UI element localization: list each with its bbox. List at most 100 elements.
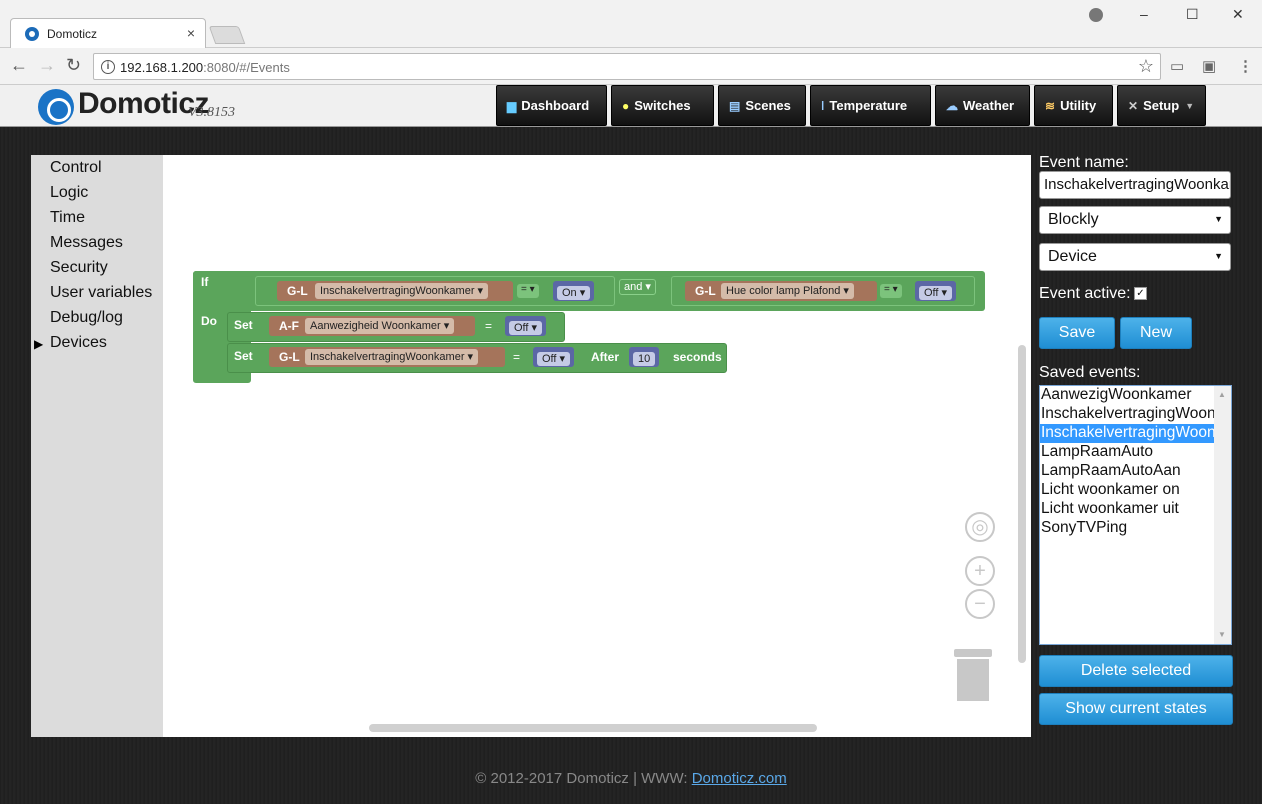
device-dropdown-3[interactable]: Aanwezigheid Woonkamer ▾ (305, 318, 455, 334)
event-kind-select[interactable]: Device ▼ (1039, 243, 1231, 271)
list-item[interactable]: Licht woonkamer on (1040, 481, 1214, 500)
forward-arrow-icon[interactable]: → (38, 55, 56, 76)
footer: © 2012-2017 Domoticz | WWW: Domoticz.com (0, 770, 1262, 787)
state-dropdown-3[interactable]: Off ▾ (509, 321, 543, 335)
list-item[interactable]: AanwezigWoonkamer (1040, 386, 1214, 405)
menu-dots-icon[interactable]: ⋮ (1238, 57, 1253, 75)
tab-close-icon[interactable]: × (187, 25, 195, 41)
state-dropdown-4[interactable]: Off ▾ (537, 352, 571, 366)
profile-icon[interactable] (1089, 8, 1103, 22)
event-name-input[interactable]: InschakelvertragingWoonkamer (1039, 171, 1231, 199)
minimize-button[interactable]: – (1140, 6, 1148, 22)
utility-icon: ≋ (1045, 98, 1056, 113)
saved-events-list[interactable]: AanwezigWoonkamer InschakelvertragingWoo… (1039, 385, 1232, 645)
browser-tabbar: Domoticz × – ☐ ✕ (0, 0, 1262, 48)
nav-utility[interactable]: ≋ Utility (1034, 85, 1113, 126)
state-block-3[interactable]: Off ▾ (505, 316, 547, 336)
list-item[interactable]: LampRaamAutoAan (1040, 462, 1214, 481)
state-block-1[interactable]: On ▾ (553, 281, 595, 301)
event-type-select[interactable]: Blockly ▼ (1039, 206, 1231, 234)
main-nav: ▆ Dashboard ● Switches ▤ Scenes ǀ Temperatur… (496, 85, 1210, 126)
chevron-down-icon: ▼ (1214, 214, 1223, 224)
event-active-label: Event active: (1039, 285, 1131, 302)
list-item[interactable]: LampRaamAuto (1040, 443, 1214, 462)
device-dropdown-4[interactable]: InschakelvertragingWoonkamer ▾ (305, 349, 479, 365)
toolbox-category-debug-log[interactable]: Debug/log (50, 309, 123, 327)
thermometer-icon: ǀ (821, 98, 825, 113)
state-dropdown-1[interactable]: On ▾ (557, 286, 591, 300)
bookmark-star-icon[interactable]: ☆ (1138, 56, 1154, 77)
device-block-4[interactable]: G-L InschakelvertragingWoonkamer ▾ (269, 347, 505, 367)
toolbox-category-devices[interactable]: Devices (50, 334, 107, 352)
address-bar[interactable]: i 192.168.1.200:8080/#/Events ☆ (93, 53, 1161, 80)
saved-events-label: Saved events: (1039, 364, 1141, 381)
state-block-2[interactable]: Off ▾ (915, 281, 957, 301)
toolbox-category-security[interactable]: Security (50, 259, 108, 277)
nav-dashboard[interactable]: ▆ Dashboard (496, 85, 607, 126)
show-current-states-button[interactable]: Show current states (1039, 693, 1233, 725)
seconds-label: seconds (673, 350, 722, 364)
vertical-scrollbar[interactable] (1018, 345, 1026, 663)
nav-weather[interactable]: ☁ Weather (935, 85, 1030, 126)
toolbox-category-time[interactable]: Time (50, 209, 85, 227)
horizontal-scrollbar[interactable] (369, 724, 817, 732)
device-dropdown-1[interactable]: InschakelvertragingWoonkamer ▾ (315, 283, 489, 299)
info-icon[interactable]: i (101, 60, 115, 74)
device-dropdown-2[interactable]: Hue color lamp Plafond ▾ (721, 283, 854, 299)
new-button[interactable]: New (1120, 317, 1192, 349)
scroll-down-icon[interactable]: ▼ (1218, 630, 1226, 639)
browser-tab[interactable]: Domoticz × (10, 18, 206, 48)
nav-switches[interactable]: ● Switches (611, 85, 714, 126)
event-active-checkbox[interactable]: ✓ (1134, 287, 1147, 300)
version-label: V3.8153 (188, 105, 236, 120)
toolbox-category-messages[interactable]: Messages (50, 234, 123, 252)
list-scrollbar[interactable]: ▲ ▼ (1214, 386, 1231, 644)
device-block-3[interactable]: A-F Aanwezigheid Woonkamer ▾ (269, 316, 475, 336)
list-item[interactable]: InschakelvertragingWoonkamer (1040, 405, 1214, 424)
state-block-4[interactable]: Off ▾ (533, 347, 575, 367)
chevron-down-icon: ▼ (1185, 100, 1195, 111)
weather-icon: ☁ (946, 98, 958, 113)
url-text: 192.168.1.200:8080/#/Events (120, 60, 290, 75)
nav-setup[interactable]: ✕ Setup ▼ (1117, 85, 1206, 126)
set-label-2: Set (234, 349, 253, 363)
list-item-selected[interactable]: InschakelvertragingWoonkamer (1040, 424, 1214, 443)
toolbox-category-logic[interactable]: Logic (50, 184, 88, 202)
reload-icon[interactable]: ↻ (66, 55, 81, 76)
zoom-in-icon[interactable]: + (965, 556, 995, 586)
main-area: Control Logic Time Messages Security Use… (0, 127, 1262, 804)
delete-selected-button[interactable]: Delete selected (1039, 655, 1233, 687)
extension-icon[interactable]: ▣ (1202, 57, 1216, 75)
expand-arrow-icon[interactable]: ▶ (34, 337, 43, 351)
do-label: Do (201, 314, 217, 328)
list-item[interactable]: SonyTVPing (1040, 519, 1214, 538)
maximize-button[interactable]: ☐ (1186, 6, 1199, 23)
and-operator[interactable]: and ▾ (619, 279, 656, 295)
set-label-1: Set (234, 318, 253, 332)
toolbox-category-control[interactable]: Control (50, 159, 102, 177)
cast-icon[interactable]: ▭ (1170, 57, 1184, 75)
save-button[interactable]: Save (1039, 317, 1115, 349)
footer-link[interactable]: Domoticz.com (692, 770, 787, 787)
recenter-icon[interactable]: ◎ (965, 512, 995, 542)
blockly-workspace[interactable]: If Do G-L InschakelvertragingWoonkamer ▾… (163, 155, 1031, 737)
zoom-out-icon[interactable]: − (965, 589, 995, 619)
nav-scenes[interactable]: ▤ Scenes (718, 85, 806, 126)
chevron-down-icon: ▼ (1214, 251, 1223, 261)
toolbox-category-user-variables[interactable]: User variables (50, 284, 152, 302)
state-dropdown-2[interactable]: Off ▾ (919, 286, 953, 300)
back-arrow-icon[interactable]: ← (10, 55, 28, 76)
list-item[interactable]: Licht woonkamer uit (1040, 500, 1214, 519)
operator-dropdown-2[interactable]: = ▾ (880, 284, 902, 298)
scroll-up-icon[interactable]: ▲ (1218, 390, 1226, 399)
operator-dropdown-1[interactable]: = ▾ (517, 284, 539, 298)
nav-temperature[interactable]: ǀ Temperature (810, 85, 931, 126)
close-window-button[interactable]: ✕ (1232, 6, 1244, 23)
new-tab-button[interactable] (208, 26, 246, 44)
trash-icon[interactable] (954, 649, 992, 701)
device-block-2[interactable]: G-L Hue color lamp Plafond ▾ (685, 281, 877, 301)
device-block-1[interactable]: G-L InschakelvertragingWoonkamer ▾ (277, 281, 513, 301)
delay-block[interactable]: 10 (629, 347, 660, 367)
bulb-icon: ● (622, 98, 630, 113)
delay-input[interactable]: 10 (633, 352, 656, 366)
